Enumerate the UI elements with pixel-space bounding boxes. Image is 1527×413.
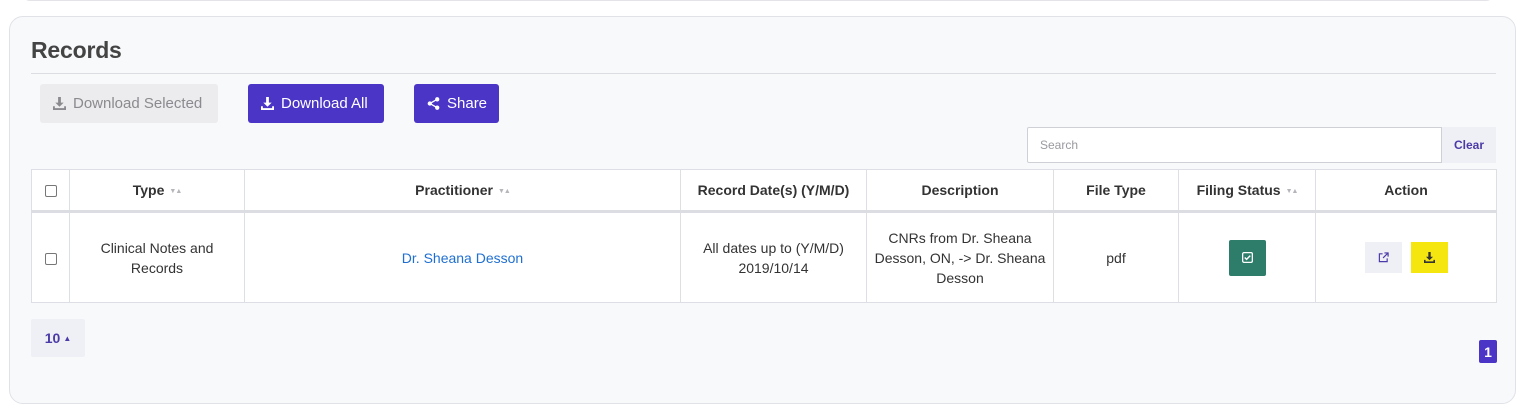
download-all-button[interactable]: Download All [248, 84, 384, 123]
caret-up-icon: ▲ [63, 333, 72, 343]
sort-icon: ▼▲ [1285, 187, 1299, 195]
title-divider [31, 73, 1496, 74]
share-icon [427, 97, 440, 110]
action-cell [1315, 211, 1497, 303]
description-cell: CNRs from Dr. Sheana Desson, ON, -> Dr. … [866, 211, 1054, 303]
check-square-icon [1241, 248, 1253, 268]
sort-icon: ▼▲ [169, 187, 182, 195]
column-header-record-date: Record Date(s) (Y/M/D) [680, 169, 867, 212]
download-selected-label: Download Selected [73, 95, 203, 112]
previous-card-edge [22, 0, 1494, 1]
column-header-type[interactable]: Type ▼▲ [69, 169, 245, 212]
column-header-description: Description [866, 169, 1054, 212]
select-all-cell [31, 169, 70, 212]
page-size-select[interactable]: 10 ▲ [31, 319, 85, 357]
filing-status-button[interactable] [1228, 239, 1266, 276]
column-header-practitioner[interactable]: Practitioner ▼▲ [244, 169, 681, 212]
download-icon [1423, 248, 1435, 268]
download-icon [261, 97, 274, 110]
row-select-cell [31, 211, 70, 303]
share-label: Share [447, 95, 488, 112]
practitioner-link[interactable]: Dr. Sheana Desson [402, 250, 523, 266]
download-selected-button[interactable]: Download Selected [40, 84, 218, 123]
sort-icon: ▼▲ [497, 187, 511, 195]
practitioner-cell: Dr. Sheana Desson [244, 211, 681, 303]
records-table: Type ▼▲ Practitioner ▼▲ Record Date(s) (Y/… [31, 169, 1497, 303]
share-button[interactable]: Share [414, 84, 499, 123]
record-date-cell: All dates up to (Y/M/D) 2019/10/14 [680, 211, 867, 303]
row-checkbox[interactable] [44, 252, 57, 265]
records-card: Records Download Selected Download All S… [9, 16, 1516, 404]
open-record-button[interactable] [1364, 242, 1402, 273]
table-row: Clinical Notes and Records Dr. Sheana De… [31, 211, 1497, 303]
page-title: Records [31, 37, 122, 63]
external-link-icon [1378, 248, 1389, 268]
file-type-cell: pdf [1053, 211, 1179, 303]
table-header-row: Type ▼▲ Practitioner ▼▲ Record Date(s) (Y/… [31, 169, 1497, 212]
download-record-button[interactable] [1410, 242, 1448, 273]
type-cell: Clinical Notes and Records [69, 211, 245, 303]
column-header-file-type: File Type [1053, 169, 1179, 212]
clear-search-button[interactable]: Clear [1442, 127, 1496, 163]
download-all-label: Download All [281, 95, 368, 112]
search-input[interactable] [1027, 127, 1442, 163]
select-all-checkbox[interactable] [44, 185, 57, 198]
filing-status-cell [1178, 211, 1316, 303]
column-header-action: Action [1315, 169, 1497, 212]
column-header-filing-status[interactable]: Filing Status ▼▲ [1178, 169, 1316, 212]
download-icon [53, 97, 66, 110]
page-1-button[interactable]: 1 [1479, 340, 1497, 363]
